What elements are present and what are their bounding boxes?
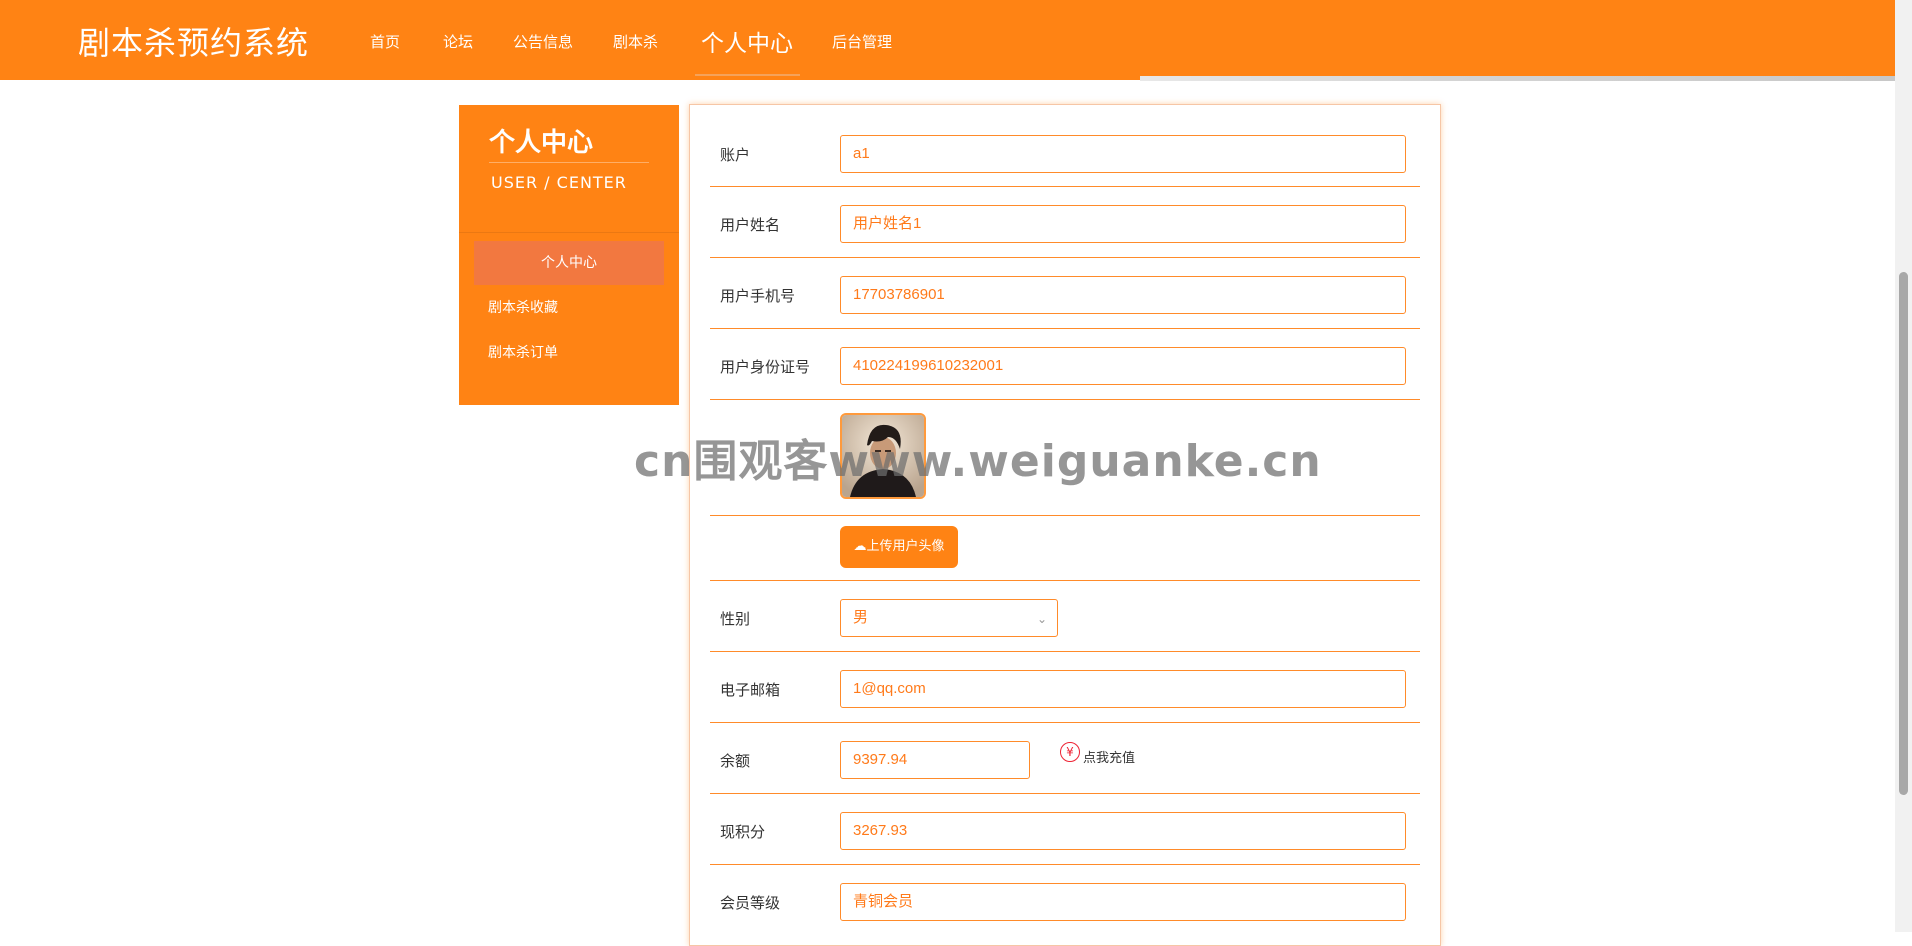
row-name: 用户姓名 用户姓名1	[710, 187, 1420, 258]
site-brand[interactable]: 剧本杀预约系统	[78, 18, 309, 64]
cloud-upload-icon: ☁	[853, 539, 867, 554]
row-gender: 性别 男 ⌄	[710, 581, 1420, 652]
page-scrollbar[interactable]	[1895, 0, 1912, 932]
sidebar-item-orders[interactable]: 剧本杀订单	[474, 331, 664, 375]
level-label: 会员等级	[720, 894, 781, 912]
idcard-label: 用户身份证号	[720, 358, 811, 376]
profile-form: 账户 a1 用户姓名 用户姓名1 用户手机号 17703786901 用户身份证…	[689, 104, 1441, 946]
yen-icon[interactable]: ¥	[1060, 742, 1080, 762]
account-input[interactable]: a1	[840, 135, 1406, 173]
nav-scripts[interactable]: 剧本杀	[613, 31, 658, 52]
top-navbar: 剧本杀预约系统 首页 论坛 公告信息 剧本杀 个人中心 后台管理	[0, 0, 1895, 81]
nav-forum[interactable]: 论坛	[443, 31, 473, 52]
nav-active-indicator	[695, 74, 800, 76]
chevron-down-icon: ⌄	[1036, 612, 1047, 626]
row-account: 账户 a1	[710, 105, 1420, 187]
points-input[interactable]: 3267.93	[840, 812, 1406, 850]
sidebar-item-user-center[interactable]: 个人中心	[474, 241, 664, 285]
nav-home[interactable]: 首页	[370, 31, 400, 52]
row-upload: ☁上传用户头像	[710, 516, 1420, 581]
sidebar-divider	[489, 162, 649, 163]
nav-user-center[interactable]: 个人中心	[701, 24, 793, 58]
gender-value: 男	[853, 609, 869, 626]
gender-select[interactable]: 男 ⌄	[840, 599, 1058, 637]
email-input[interactable]: 1@qq.com	[840, 670, 1406, 708]
recharge-link[interactable]: 点我充值	[1083, 747, 1135, 766]
name-label: 用户姓名	[720, 216, 781, 234]
account-label: 账户	[720, 146, 751, 164]
watermark-text: cn围观客www.weiguanke.cn	[634, 436, 1322, 487]
level-input[interactable]: 青铜会员	[840, 883, 1406, 921]
balance-input[interactable]: 9397.94	[840, 741, 1030, 779]
sidebar-subtitle: USER / CENTER	[491, 173, 627, 192]
sidebar-title: 个人中心	[489, 128, 594, 158]
scrollbar-thumb[interactable]	[1899, 272, 1908, 795]
sidebar: 个人中心 USER / CENTER 个人中心 剧本杀收藏 剧本杀订单	[459, 105, 679, 405]
row-idcard: 用户身份证号 410224199610232001	[710, 329, 1420, 400]
row-points: 现积分 3267.93	[710, 794, 1420, 865]
nav-admin[interactable]: 后台管理	[832, 31, 892, 52]
nav-announcements[interactable]: 公告信息	[513, 31, 573, 52]
upload-avatar-label: 上传用户头像	[866, 539, 945, 554]
sidebar-item-favorites[interactable]: 剧本杀收藏	[474, 286, 664, 330]
points-label: 现积分	[720, 823, 766, 841]
sidebar-separator	[459, 232, 679, 233]
phone-input[interactable]: 17703786901	[840, 276, 1406, 314]
row-email: 电子邮箱 1@qq.com	[710, 652, 1420, 723]
name-input[interactable]: 用户姓名1	[840, 205, 1406, 243]
banner-edge	[1140, 76, 1895, 81]
row-balance: 余额 9397.94 ¥ 点我充值	[710, 723, 1420, 794]
email-label: 电子邮箱	[720, 681, 781, 699]
upload-avatar-button[interactable]: ☁上传用户头像	[840, 526, 958, 568]
row-phone: 用户手机号 17703786901	[710, 258, 1420, 329]
idcard-input[interactable]: 410224199610232001	[840, 347, 1406, 385]
balance-label: 余额	[720, 752, 751, 770]
phone-label: 用户手机号	[720, 287, 796, 305]
gender-label: 性别	[720, 610, 751, 628]
row-level: 会员等级 青铜会员	[710, 865, 1420, 935]
